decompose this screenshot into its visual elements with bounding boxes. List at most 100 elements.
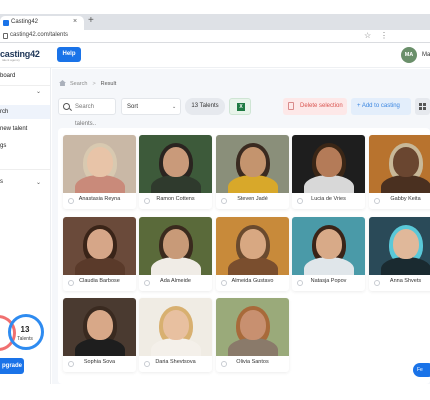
upgrade-button[interactable]: pgrade [0, 358, 24, 374]
chevron-down-icon: ⌄ [172, 104, 177, 110]
sort-dropdown[interactable]: Sort ⌄ [121, 98, 181, 115]
delete-selection-label: Delete selection [300, 103, 343, 109]
talent-photo[interactable] [369, 135, 430, 193]
talent-card[interactable]: Olivia Santos [216, 298, 289, 372]
talent-photo[interactable] [369, 217, 430, 275]
sidebar-divider [0, 169, 50, 170]
talent-photo[interactable] [139, 217, 212, 275]
talent-name: Anna Shvets [389, 278, 422, 284]
talent-card[interactable]: Lucia de Vries [292, 135, 365, 209]
sidebar-divider [0, 85, 50, 86]
talent-card[interactable]: Anna Shvets [369, 217, 430, 291]
excel-icon: X [237, 103, 245, 111]
avatar[interactable]: MA [401, 47, 417, 63]
grid-icon [419, 103, 426, 110]
delete-selection-button[interactable]: Delete selection [283, 98, 347, 115]
sidebar-item-search[interactable]: rch [0, 109, 8, 115]
home-icon[interactable] [59, 80, 66, 86]
new-tab-button[interactable]: + [88, 15, 94, 26]
talent-name: Daria Shevtsova [155, 359, 196, 365]
talent-photo-body [228, 338, 278, 356]
talent-photo[interactable] [63, 298, 136, 356]
talent-photo-face [316, 147, 342, 177]
talent-card[interactable]: Anastasia Reyna [63, 135, 136, 209]
talent-photo-face [240, 229, 266, 259]
browser-menu-icon[interactable]: ⋮ [380, 31, 388, 40]
browser-tab-bar: Casting42 × + [0, 14, 430, 30]
talent-photo-face [87, 229, 113, 259]
export-excel-button[interactable]: X [229, 98, 251, 115]
add-to-casting-button[interactable]: + Add to casting [351, 98, 411, 115]
talent-photo[interactable] [216, 217, 289, 275]
sidebar-item-more[interactable]: s [0, 179, 3, 185]
talent-name: Sophia Sova [83, 359, 116, 365]
talent-name: Gabby Keita [390, 196, 421, 202]
talent-photo[interactable] [63, 135, 136, 193]
talent-photo-body [228, 175, 278, 193]
talent-name: Ramon Cottens [156, 196, 195, 202]
talent-photo-body [151, 175, 201, 193]
url-text[interactable]: casting42.com/talents [10, 32, 68, 38]
talent-photo-body [75, 338, 125, 356]
sidebar-item-new-talent[interactable]: new talent [0, 126, 27, 132]
talent-card[interactable]: Ada Almeide [139, 217, 212, 291]
talent-photo-body [75, 257, 125, 275]
talent-card[interactable]: Steven Jadé [216, 135, 289, 209]
help-button[interactable]: Help [57, 47, 81, 62]
talent-photo-face [163, 147, 189, 177]
talent-name: Claudia Barbose [79, 278, 120, 284]
browser-tab-title: Casting42 [11, 19, 39, 25]
talent-card[interactable]: Gabby Keita [369, 135, 430, 209]
trash-icon [288, 102, 294, 110]
talent-name: Natasja Popov [310, 278, 347, 284]
talent-photo[interactable] [292, 217, 365, 275]
sort-label: Sort [127, 104, 139, 110]
talent-name: Lucia de Vries [311, 196, 346, 202]
close-tab-icon[interactable]: × [73, 18, 77, 25]
talent-photo[interactable] [216, 298, 289, 356]
talent-card[interactable]: Daria Shevtsova [139, 298, 212, 372]
talent-card[interactable]: Sophia Sova [63, 298, 136, 372]
talents-count-label: Talents [17, 336, 33, 342]
talent-card[interactable]: Ramon Cottens [139, 135, 212, 209]
talent-photo[interactable] [139, 298, 212, 356]
talent-name: Ada Almeide [160, 278, 191, 284]
breadcrumb-separator: > [92, 81, 96, 87]
talent-photo[interactable] [63, 217, 136, 275]
talent-photo-face [393, 147, 419, 177]
talent-photo-face [316, 229, 342, 259]
user-name[interactable]: Ma [422, 52, 430, 58]
talent-name: Almeida Gustavo [231, 278, 274, 284]
talent-photo-face [240, 310, 266, 340]
breadcrumb: Search > Result [59, 80, 116, 87]
talents-count: 13 [20, 325, 30, 334]
chevron-down-icon[interactable]: ⌄ [36, 88, 41, 95]
talent-photo-body [304, 175, 354, 193]
talent-photo-body [228, 257, 278, 275]
talent-photo-body [381, 257, 430, 275]
talent-photo[interactable] [216, 135, 289, 193]
sidebar-item-dashboard[interactable]: board [0, 73, 15, 79]
talent-card[interactable]: Almeida Gustavo [216, 217, 289, 291]
talent-card[interactable]: Claudia Barbose [63, 217, 136, 291]
talent-photo-face [163, 229, 189, 259]
search-input[interactable]: Search talents.. [58, 98, 116, 127]
talent-count-badge: 13 Talents [185, 98, 225, 115]
talent-photo-face [87, 310, 113, 340]
talent-name: Olivia Santos [236, 359, 269, 365]
sidebar-item-settings[interactable]: gs [0, 143, 6, 149]
chevron-down-icon[interactable]: ⌄ [36, 179, 41, 186]
search-icon [63, 103, 70, 110]
talent-photo[interactable] [292, 135, 365, 193]
talent-photo-face [393, 229, 419, 259]
talent-photo-body [381, 175, 430, 193]
grid-view-button[interactable] [415, 98, 430, 115]
talent-photo-face [240, 147, 266, 177]
browser-tab[interactable]: Casting42 × [0, 16, 84, 30]
talent-card[interactable]: Natasja Popov [292, 217, 365, 291]
breadcrumb-item-search[interactable]: Search [70, 81, 87, 87]
feedback-button[interactable]: Fe [413, 363, 430, 377]
address-bar[interactable]: casting42.com/talents ☆ ⋮ [0, 30, 430, 43]
bookmark-star-icon[interactable]: ☆ [364, 31, 371, 40]
talent-photo[interactable] [139, 135, 212, 193]
